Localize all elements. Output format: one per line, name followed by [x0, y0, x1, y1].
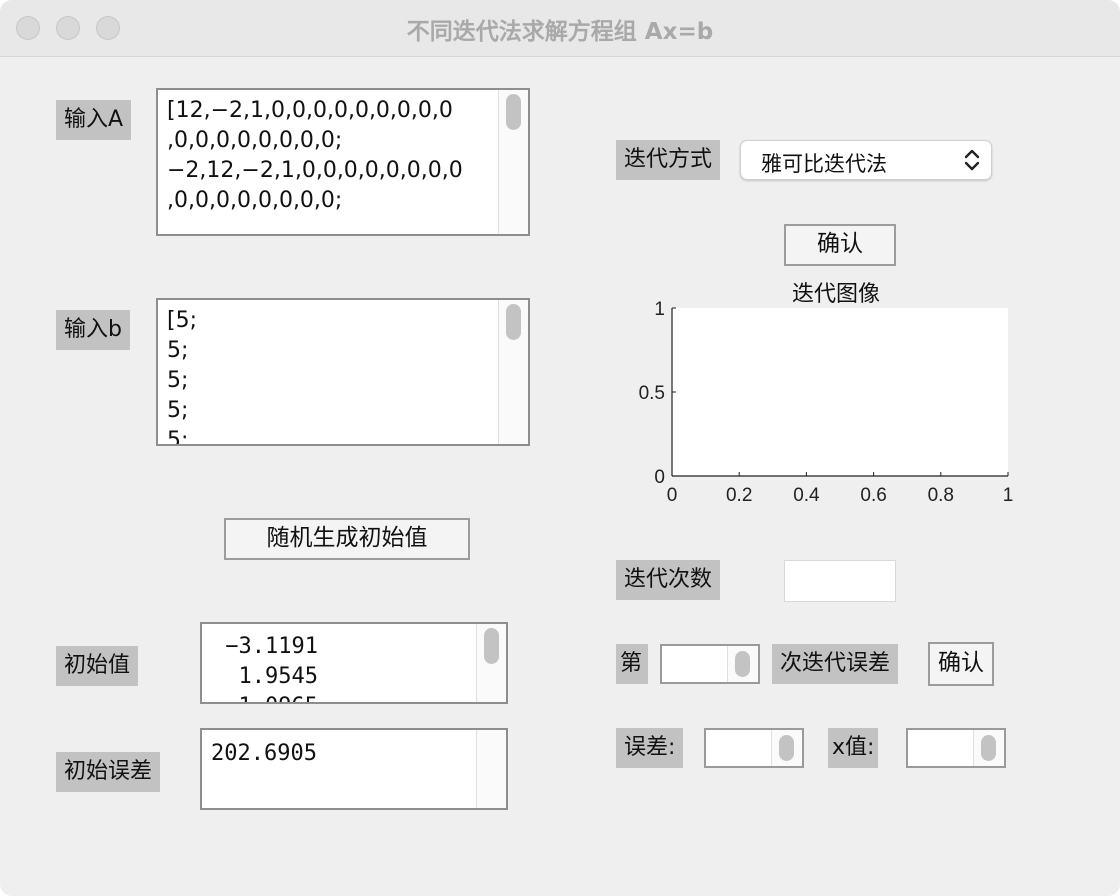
x-value-label: x值: [828, 728, 879, 768]
input-b-textarea[interactable]: [5; 5; 5; 5; 5; [156, 298, 530, 446]
iteration-count-field[interactable] [784, 560, 896, 602]
input-b-scrollbar[interactable] [498, 300, 528, 444]
method-label: 迭代方式 [616, 140, 721, 180]
initial-value-label: 初始值 [56, 646, 139, 686]
scroll-thumb[interactable] [735, 651, 750, 677]
y-tick-label: 1 [654, 299, 665, 320]
input-a-text: [12,−2,1,0,0,0,0,0,0,0,0,0 ,0,0,0,0,0,0,… [167, 98, 463, 213]
nth-error-confirm-button[interactable]: 确认 [928, 642, 994, 686]
scroll-thumb[interactable] [981, 735, 996, 761]
initial-error-scrollbar[interactable] [476, 730, 506, 808]
error-result-scrollbar[interactable] [771, 730, 802, 766]
x-value-field[interactable] [906, 728, 1006, 768]
input-b-label: 输入b [56, 310, 130, 350]
x-tick-label: 0.2 [726, 485, 752, 506]
initial-value-scrollbar[interactable] [476, 624, 506, 702]
app-window: 不同迭代法求解方程组 Ax=b 输入A [12,−2,1,0,0,0,0,0,0… [0, 0, 1120, 896]
error-result-label: 误差: [616, 728, 684, 768]
scroll-thumb[interactable] [506, 94, 521, 130]
scroll-thumb[interactable] [506, 304, 521, 340]
initial-value-textarea[interactable]: −3.1191 1.9545 −1.0965 [200, 622, 508, 704]
random-init-button[interactable]: 随机生成初始值 [224, 518, 470, 560]
x-tick-label: 0.8 [928, 485, 954, 506]
x-tick-label: 0.4 [793, 485, 820, 506]
x-tick-label: 0.6 [860, 485, 886, 506]
method-confirm-button[interactable]: 确认 [784, 224, 896, 266]
nth-field-scrollbar[interactable] [727, 646, 758, 682]
y-tick-label: 0 [654, 467, 665, 488]
window-title: 不同迭代法求解方程组 Ax=b [406, 19, 714, 45]
iteration-count-label: 迭代次数 [616, 560, 721, 600]
x-value-scrollbar[interactable] [973, 730, 1004, 766]
method-select[interactable]: 雅可比迭代法 [740, 140, 992, 180]
input-a-scrollbar[interactable] [498, 90, 528, 234]
plot-area [672, 308, 1008, 476]
scroll-thumb[interactable] [779, 735, 794, 761]
nth-suffix-label: 次迭代误差 [772, 644, 899, 684]
input-b-text: [5; 5; 5; 5; 5; [167, 308, 197, 446]
error-result-field[interactable] [704, 728, 804, 768]
method-selected-value: 雅可比迭代法 [761, 152, 887, 176]
scroll-thumb[interactable] [484, 628, 499, 664]
input-a-textarea[interactable]: [12,−2,1,0,0,0,0,0,0,0,0,0 ,0,0,0,0,0,0,… [156, 88, 530, 236]
nth-prefix-label: 第 [616, 644, 648, 684]
x-tick-label: 0 [667, 485, 678, 506]
title-bar: 不同迭代法求解方程组 Ax=b [0, 0, 1120, 57]
updown-chevron-icon [964, 149, 980, 171]
y-tick-label: 0.5 [639, 383, 665, 404]
initial-error-label: 初始误差 [56, 752, 161, 792]
x-tick-label: 1 [1003, 485, 1014, 506]
input-a-label: 输入A [56, 100, 132, 140]
initial-value-text: −3.1191 1.9545 −1.0965 [225, 634, 318, 702]
initial-error-text: 202.6905 [211, 741, 317, 766]
initial-error-textarea[interactable]: 202.6905 [200, 728, 508, 810]
iteration-chart: 0 0.2 0.4 0.6 0.8 1 0 0.5 1 [639, 299, 1014, 506]
nth-iteration-field[interactable] [660, 644, 760, 684]
